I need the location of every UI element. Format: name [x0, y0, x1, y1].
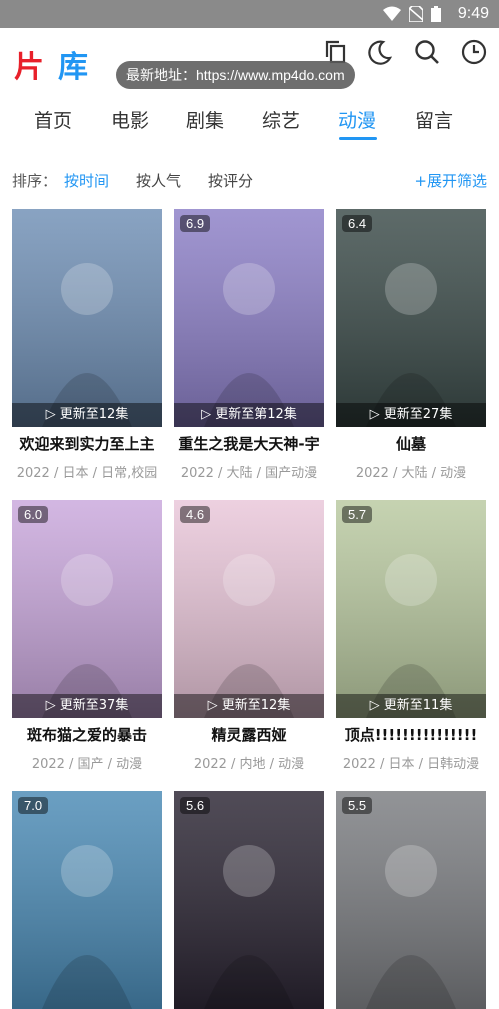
card-title[interactable]: 欢迎来到实力至上主 — [12, 433, 162, 454]
poster-art — [174, 791, 324, 1009]
no-sim-icon — [409, 6, 423, 22]
score-badge: 6.0 — [18, 506, 49, 523]
sort-by-popularity[interactable]: 按人气 — [136, 170, 181, 191]
poster-image[interactable]: 6.0 ▷ 更新至37集 — [12, 500, 162, 718]
anime-card[interactable]: 4.6 ▷ 更新至12集 精灵露西娅 2022 / 内地 / 动漫 — [174, 500, 324, 772]
poster-image[interactable]: 5.5 — [336, 791, 486, 1009]
score-badge: 6.4 — [342, 215, 373, 232]
sort-by-time[interactable]: 按时间 — [64, 170, 109, 191]
poster-image[interactable]: 5.7 ▷ 更新至11集 — [336, 500, 486, 718]
anime-card[interactable]: 6.9 ▷ 更新至第12集 重生之我是大天神-宇 2022 / 大陆 / 国产动漫 — [174, 209, 324, 481]
card-title[interactable]: 顶点!!!!!!!!!!!!!!! — [336, 724, 486, 745]
episode-update-label: ▷ 更新至第12集 — [174, 403, 324, 427]
tab-series[interactable]: 剧集 — [186, 106, 224, 133]
battery-icon — [431, 6, 441, 22]
score-badge: 6.9 — [180, 215, 211, 232]
poster-art — [336, 791, 486, 1009]
poster-art — [12, 500, 162, 718]
score-badge: 5.7 — [342, 506, 373, 523]
status-time: 9:49 — [457, 5, 489, 22]
episode-update-label: ▷ 更新至11集 — [336, 694, 486, 718]
anime-card[interactable]: 7.0 — [12, 791, 162, 1009]
poster-image[interactable]: 7.0 — [12, 791, 162, 1009]
episode-update-label: ▷ 更新至37集 — [12, 694, 162, 718]
wifi-icon — [383, 6, 401, 21]
card-title[interactable]: 仙墓 — [336, 433, 486, 454]
card-meta: 2022 / 大陆 / 动漫 — [355, 466, 467, 481]
tab-movies[interactable]: 电影 — [111, 106, 149, 133]
expand-filter-button[interactable]: +展开筛选 — [414, 170, 487, 191]
tab-variety[interactable]: 综艺 — [262, 106, 300, 133]
anime-card[interactable]: 5.7 ▷ 更新至11集 顶点!!!!!!!!!!!!!!! 2022 / 日本 / … — [336, 500, 486, 772]
sort-by-rating[interactable]: 按评分 — [208, 170, 253, 191]
latest-address-tooltip: 最新地址：https://www.mp4do.com — [116, 61, 355, 89]
app-logo: 片库 — [14, 50, 102, 85]
status-bar: 9:49 — [0, 0, 499, 28]
episode-update-label: ▷ 更新至27集 — [336, 403, 486, 427]
status-icons — [383, 6, 441, 22]
clock-icon[interactable] — [460, 38, 488, 66]
poster-image[interactable]: 6.9 ▷ 更新至第12集 — [174, 209, 324, 427]
tab-anime[interactable]: 动漫 — [338, 106, 376, 133]
card-meta: 2022 / 日本 / 日常,校园 — [16, 466, 158, 481]
category-tabs: 首页 电影 剧集 综艺 动漫 留言 — [0, 96, 499, 142]
poster-image[interactable]: 4.6 ▷ 更新至12集 — [174, 500, 324, 718]
score-badge: 5.5 — [342, 797, 373, 814]
active-tab-indicator — [339, 137, 377, 140]
poster-art — [336, 209, 486, 427]
episode-update-label: ▷ 更新至12集 — [12, 403, 162, 427]
search-icon[interactable] — [413, 38, 441, 66]
score-badge: 4.6 — [180, 506, 211, 523]
app-header: 片库 最新地址：https://www.mp4do.com — [0, 28, 499, 90]
episode-update-label: ▷ 更新至12集 — [174, 694, 324, 718]
card-meta: 2022 / 内地 / 动漫 — [193, 757, 305, 772]
poster-art — [174, 500, 324, 718]
poster-image[interactable]: 5.6 — [174, 791, 324, 1009]
poster-art — [336, 500, 486, 718]
sort-label: 排序： — [12, 172, 58, 190]
anime-card[interactable]: 6.0 ▷ 更新至37集 斑布猫之爱的暴击 2022 / 国产 / 动漫 — [12, 500, 162, 772]
tab-home[interactable]: 首页 — [34, 106, 72, 133]
poster-art — [174, 209, 324, 427]
card-title[interactable]: 精灵露西娅 — [174, 724, 324, 745]
score-badge: 7.0 — [18, 797, 49, 814]
tab-messages[interactable]: 留言 — [415, 106, 453, 133]
poster-image[interactable]: ▷ 更新至12集 — [12, 209, 162, 427]
anime-card[interactable]: 5.6 — [174, 791, 324, 1009]
score-badge: 5.6 — [180, 797, 211, 814]
card-meta: 2022 / 大陆 / 国产动漫 — [180, 466, 318, 481]
sort-bar: 排序： 按时间 按人气 按评分 +展开筛选 — [0, 160, 499, 200]
anime-card[interactable]: 6.4 ▷ 更新至27集 仙墓 2022 / 大陆 / 动漫 — [336, 209, 486, 481]
card-meta: 2022 / 日本 / 日韩动漫 — [342, 757, 480, 772]
card-meta: 2022 / 国产 / 动漫 — [31, 757, 143, 772]
poster-art — [12, 791, 162, 1009]
poster-art — [12, 209, 162, 427]
anime-card[interactable]: ▷ 更新至12集 欢迎来到实力至上主 2022 / 日本 / 日常,校园 — [12, 209, 162, 481]
card-title[interactable]: 斑布猫之爱的暴击 — [12, 724, 162, 745]
card-title[interactable]: 重生之我是大天神-宇 — [174, 433, 324, 454]
anime-card[interactable]: 5.5 — [336, 791, 486, 1009]
night-mode-icon[interactable] — [366, 38, 394, 66]
poster-image[interactable]: 6.4 ▷ 更新至27集 — [336, 209, 486, 427]
